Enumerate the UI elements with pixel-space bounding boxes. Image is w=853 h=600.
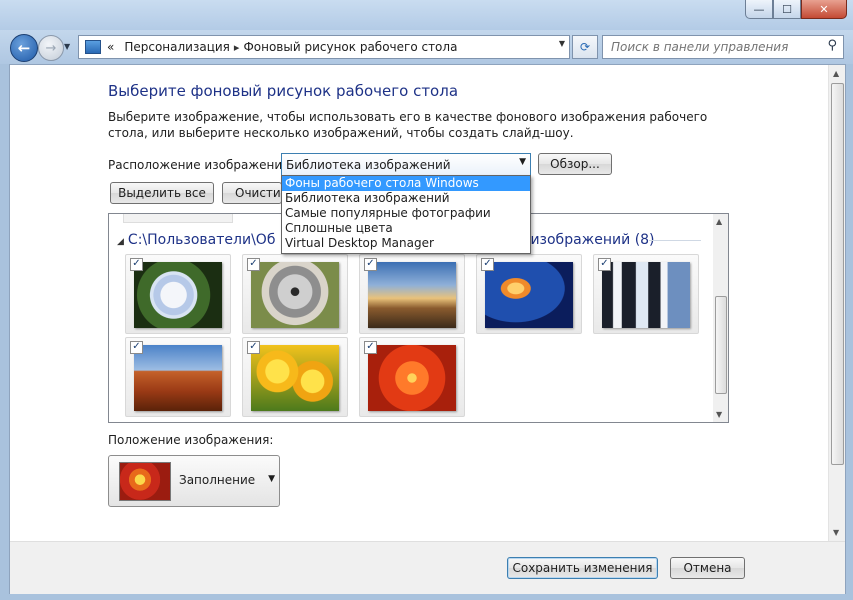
scrollbar-thumb[interactable] bbox=[831, 83, 844, 465]
picture-location-dropdown-list: Фоны рабочего стола Windows Библиотека и… bbox=[281, 175, 531, 254]
group-header-count: изображений (8) bbox=[530, 232, 655, 248]
checkbox[interactable]: ✓ bbox=[247, 258, 260, 271]
page-title: Выберите фоновый рисунок рабочего стола bbox=[108, 82, 459, 100]
close-icon: ✕ bbox=[819, 2, 829, 16]
breadcrumb-item-desktop-background[interactable]: Фоновый рисунок рабочего стола bbox=[243, 40, 457, 54]
thumbnail-hydrangeas[interactable]: ✓ bbox=[125, 254, 231, 334]
scroll-up-icon[interactable]: ▲ bbox=[833, 69, 839, 78]
dropdown-option-windows-backgrounds[interactable]: Фоны рабочего стола Windows bbox=[282, 176, 530, 191]
scroll-down-icon[interactable]: ▼ bbox=[833, 528, 839, 537]
window-controls: — ☐ ✕ bbox=[745, 0, 847, 19]
scroll-up-icon[interactable]: ▲ bbox=[716, 217, 722, 226]
forward-arrow-icon: → bbox=[45, 40, 57, 56]
address-dropdown-icon[interactable]: ▼ bbox=[559, 39, 565, 48]
dropdown-option-solid-colors[interactable]: Сплошные цвета bbox=[282, 221, 530, 236]
chrysanthemum-image bbox=[368, 345, 456, 411]
thumbnail-tulips[interactable]: ✓ bbox=[242, 337, 348, 417]
desert-image bbox=[134, 345, 222, 411]
thumbnail-chrysanthemum[interactable]: ✓ bbox=[359, 337, 465, 417]
breadcrumb-item-personalization[interactable]: Персонализация bbox=[124, 40, 230, 54]
address-bar[interactable]: « Персонализация ▸ Фоновый рисунок рабоч… bbox=[78, 35, 570, 59]
checkbox[interactable]: ✓ bbox=[598, 258, 611, 271]
main-content: ▲ ▼ Выберите фоновый рисунок рабочего ст… bbox=[9, 64, 846, 594]
lighthouse-image bbox=[368, 262, 456, 328]
maximize-icon: ☐ bbox=[782, 2, 792, 16]
thumbnail-desert[interactable]: ✓ bbox=[125, 337, 231, 417]
page-description: Выберите изображение, чтобы использовать… bbox=[108, 110, 708, 140]
back-arrow-icon: ← bbox=[17, 39, 31, 57]
breadcrumb-separator-icon[interactable]: ▸ bbox=[234, 41, 240, 54]
forward-button[interactable]: → bbox=[38, 35, 64, 61]
search-icon[interactable]: ⚲ bbox=[827, 38, 837, 53]
page-scrollbar[interactable]: ▲ ▼ bbox=[828, 65, 845, 541]
cancel-button[interactable]: Отмена bbox=[670, 557, 745, 579]
browse-button[interactable]: Обзор... bbox=[538, 153, 612, 175]
chevron-down-icon[interactable]: ▼ bbox=[268, 474, 275, 484]
scroll-down-icon[interactable]: ▼ bbox=[716, 410, 722, 419]
select-all-button[interactable]: Выделить все bbox=[110, 182, 214, 204]
close-button[interactable]: ✕ bbox=[801, 0, 847, 19]
jellyfish-image bbox=[485, 262, 573, 328]
recent-pages-dropdown[interactable]: ▼ bbox=[64, 42, 70, 51]
dropdown-option-pictures-library[interactable]: Библиотека изображений bbox=[282, 191, 530, 206]
picture-location-select[interactable]: Библиотека изображений ▼ bbox=[281, 153, 531, 176]
position-preview-image bbox=[119, 462, 171, 501]
refresh-button[interactable]: ⟳ bbox=[572, 35, 598, 59]
minimize-button[interactable]: — bbox=[745, 0, 773, 19]
picture-position-label: Положение изображения: bbox=[108, 433, 274, 447]
checkbox[interactable]: ✓ bbox=[247, 341, 260, 354]
search-box[interactable]: ⚲ bbox=[602, 35, 844, 59]
minimize-icon: — bbox=[753, 2, 765, 16]
koala-image bbox=[251, 262, 339, 328]
search-input[interactable] bbox=[609, 37, 813, 57]
checkbox[interactable]: ✓ bbox=[130, 258, 143, 271]
picture-position-select[interactable]: Заполнение ▼ bbox=[108, 455, 280, 507]
refresh-icon: ⟳ bbox=[579, 40, 591, 54]
gallery-scrollbar-thumb[interactable] bbox=[715, 296, 727, 394]
thumbnail-koala[interactable]: ✓ bbox=[242, 254, 348, 334]
thumbnail-lighthouse[interactable]: ✓ bbox=[359, 254, 465, 334]
breadcrumb-prefix[interactable]: « bbox=[107, 40, 114, 54]
maximize-button[interactable]: ☐ bbox=[773, 0, 801, 19]
picture-position-value: Заполнение bbox=[179, 473, 256, 487]
dropdown-option-virtual-desktop-manager[interactable]: Virtual Desktop Manager bbox=[282, 236, 530, 251]
collapse-icon[interactable]: ◢ bbox=[117, 237, 124, 247]
partial-thumbnail bbox=[123, 214, 233, 223]
checkbox[interactable]: ✓ bbox=[130, 341, 143, 354]
checkbox[interactable]: ✓ bbox=[364, 258, 377, 271]
group-divider bbox=[649, 240, 701, 241]
picture-location-label: Расположение изображения: bbox=[108, 158, 294, 172]
thumbnail-penguins[interactable]: ✓ bbox=[593, 254, 699, 334]
picture-location-value: Библиотека изображений bbox=[286, 157, 451, 172]
penguins-image bbox=[602, 262, 690, 328]
hydrangeas-image bbox=[134, 262, 222, 328]
footer-bar: Сохранить изменения Отмена bbox=[10, 541, 845, 594]
dropdown-option-top-rated-photos[interactable]: Самые популярные фотографии bbox=[282, 206, 530, 221]
back-button[interactable]: ← bbox=[10, 34, 38, 62]
chevron-down-icon[interactable]: ▼ bbox=[519, 157, 526, 167]
tulips-image bbox=[251, 345, 339, 411]
gallery-scrollbar[interactable]: ▲ ▼ bbox=[713, 214, 728, 422]
group-header-path: C:\Пользователи\Об bbox=[127, 232, 276, 248]
checkbox[interactable]: ✓ bbox=[364, 341, 377, 354]
save-changes-button[interactable]: Сохранить изменения bbox=[507, 557, 658, 579]
control-panel-icon bbox=[85, 40, 101, 54]
thumbnail-jellyfish[interactable]: ✓ bbox=[476, 254, 582, 334]
checkbox[interactable]: ✓ bbox=[481, 258, 494, 271]
navigation-bar: ← → ▼ « Персонализация ▸ Фоновый рисунок… bbox=[0, 30, 853, 64]
title-bar: — ☐ ✕ bbox=[0, 0, 853, 30]
clear-all-button[interactable]: Очистить bbox=[222, 182, 282, 204]
